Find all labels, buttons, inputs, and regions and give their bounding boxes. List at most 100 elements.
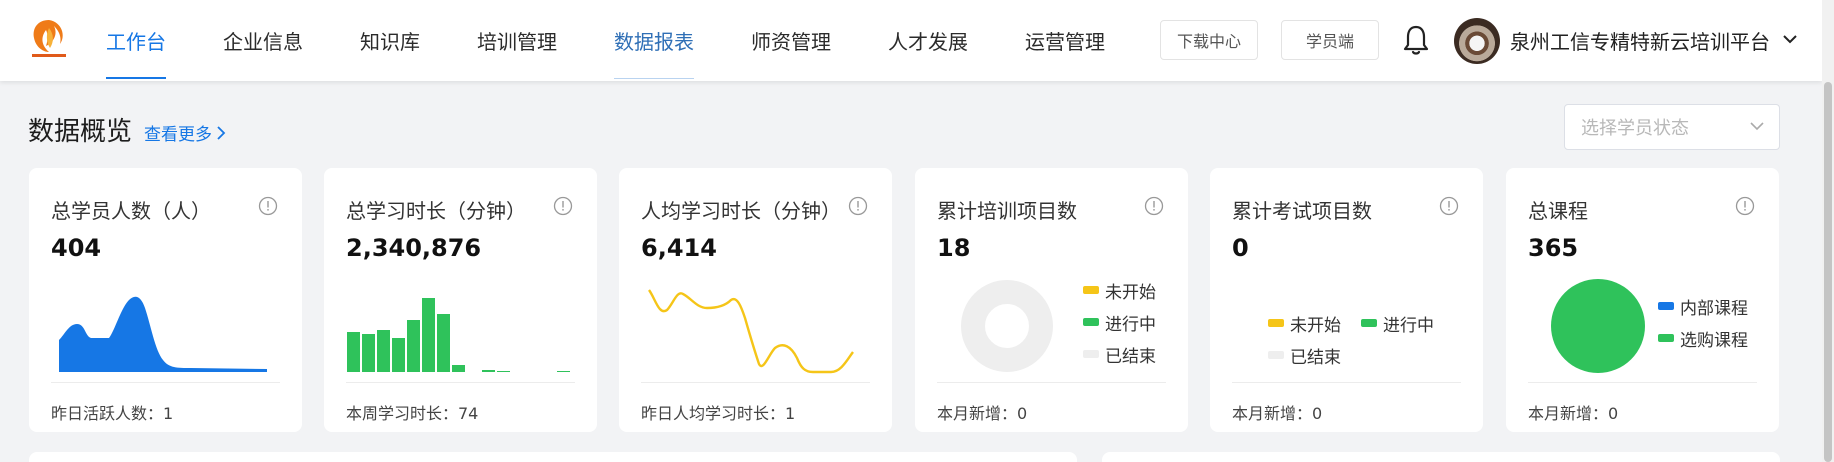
- nav-item-company-info[interactable]: 企业信息: [213, 0, 313, 81]
- card-value: 18: [937, 234, 971, 262]
- card-title: 总学员人数（人）: [51, 199, 211, 223]
- legend-item[interactable]: 未开始: [1268, 307, 1341, 339]
- legend-item[interactable]: 未开始: [1083, 274, 1156, 306]
- nav-item-operations[interactable]: 运营管理: [1015, 0, 1115, 81]
- avg-study-time-line-chart: [648, 289, 854, 374]
- info-circle-icon[interactable]: [553, 196, 573, 216]
- card-title: 总课程: [1528, 199, 1588, 223]
- pie-slice: [1551, 279, 1645, 373]
- card-divider: [51, 382, 280, 383]
- nav-item-training-management[interactable]: 培训管理: [467, 0, 567, 81]
- card-value: 0: [1232, 234, 1249, 262]
- top-navigation-bar: 工作台 企业信息 知识库 培训管理 数据报表 师资管理 人才发展 运营管理 下载…: [0, 0, 1822, 81]
- bar: [392, 338, 405, 372]
- nav-item-talent-development[interactable]: 人才发展: [878, 0, 978, 81]
- student-status-select[interactable]: 选择学员状态: [1564, 104, 1780, 150]
- legend-swatch: [1658, 302, 1674, 310]
- exam-legend: 未开始 进行中 已结束: [1268, 307, 1434, 371]
- card-footer: 本月新增：0: [937, 404, 1028, 423]
- info-circle-icon[interactable]: [258, 196, 278, 216]
- avg-study-time-card: 人均学习时长（分钟） 6,414 昨日人均学习时长：1: [619, 168, 892, 432]
- bar: [362, 334, 375, 372]
- bottom-right-panel: [1102, 452, 1780, 462]
- legend-item[interactable]: 内部课程: [1658, 290, 1748, 322]
- card-title: 总学习时长（分钟）: [346, 199, 526, 223]
- legend-swatch: [1361, 319, 1377, 327]
- legend-item[interactable]: 已结束: [1268, 339, 1434, 371]
- legend-swatch: [1083, 286, 1099, 294]
- study-time-bar-chart: [347, 298, 570, 372]
- legend-swatch: [1083, 318, 1099, 326]
- main-nav: 工作台 企业信息 知识库 培训管理 数据报表 师资管理 人才发展 运营管理: [96, 0, 1115, 81]
- card-divider: [1528, 382, 1757, 383]
- legend-item[interactable]: 进行中: [1083, 306, 1156, 338]
- training-donut-chart: [961, 280, 1053, 372]
- chevron-down-icon: [1750, 122, 1764, 131]
- legend-swatch: [1268, 319, 1284, 327]
- card-value: 365: [1528, 234, 1579, 262]
- courses-legend: 内部课程 选购课程: [1658, 290, 1748, 354]
- card-footer: 昨日人均学习时长：1: [641, 404, 796, 423]
- info-circle-icon[interactable]: [1144, 196, 1164, 216]
- avatar[interactable]: [1454, 18, 1500, 64]
- bar: [377, 330, 390, 372]
- nav-item-knowledge-base[interactable]: 知识库: [350, 0, 430, 81]
- card-divider: [1232, 382, 1461, 383]
- bar: [407, 320, 420, 372]
- nav-item-data-reports[interactable]: 数据报表: [604, 0, 704, 81]
- training-projects-card: 累计培训项目数 18 未开始 进行中 已结束 本月新增：0: [915, 168, 1188, 432]
- legend-swatch: [1083, 350, 1099, 358]
- training-legend: 未开始 进行中 已结束: [1083, 274, 1156, 370]
- legend-item[interactable]: 选购课程: [1658, 322, 1748, 354]
- card-value: 404: [51, 234, 102, 262]
- bell-icon[interactable]: [1402, 24, 1430, 56]
- legend-item[interactable]: 进行中: [1361, 307, 1434, 339]
- card-value: 2,340,876: [346, 234, 482, 262]
- bottom-left-panel: [29, 452, 1077, 462]
- legend-item[interactable]: 已结束: [1083, 338, 1156, 370]
- active-students-area-chart: [59, 296, 267, 372]
- card-divider: [641, 382, 870, 383]
- chevron-right-icon: [217, 125, 226, 140]
- org-name[interactable]: 泉州工信专精特新云培训平台: [1510, 26, 1770, 55]
- chevron-down-icon[interactable]: [1782, 33, 1798, 45]
- total-study-time-card: 总学习时长（分钟） 2,340,876 本周学习时长：74: [324, 168, 597, 432]
- legend-swatch: [1268, 351, 1284, 359]
- scrollbar-thumb[interactable]: [1824, 82, 1832, 462]
- card-footer: 本月新增：0: [1528, 404, 1619, 423]
- legend-swatch: [1658, 334, 1674, 342]
- page-title: 数据概览: [28, 117, 133, 147]
- card-value: 6,414: [641, 234, 717, 262]
- nav-item-workbench[interactable]: 工作台: [96, 0, 176, 81]
- card-footer: 本周学习时长：74: [346, 404, 479, 423]
- line-series: [648, 289, 854, 374]
- card-title: 累计考试项目数: [1232, 199, 1372, 223]
- bar: [422, 298, 435, 372]
- info-circle-icon[interactable]: [848, 196, 868, 216]
- bar: [557, 371, 570, 372]
- card-title: 人均学习时长（分钟）: [641, 199, 841, 223]
- card-divider: [937, 382, 1166, 383]
- bar: [497, 371, 510, 372]
- bar: [482, 370, 495, 372]
- platform-logo[interactable]: [28, 16, 70, 60]
- info-circle-icon[interactable]: [1735, 196, 1755, 216]
- total-courses-card: 总课程 365 内部课程 选购课程 本月新增：0: [1506, 168, 1779, 432]
- bar: [437, 314, 450, 372]
- download-center-button[interactable]: 下载中心: [1160, 20, 1258, 60]
- donut-ring: [961, 280, 1053, 372]
- card-title: 累计培训项目数: [937, 199, 1077, 223]
- card-footer: 昨日活跃人数：1: [51, 404, 174, 423]
- exam-projects-card: 累计考试项目数 0 未开始 进行中 已结束 本月新增：0: [1210, 168, 1483, 432]
- card-footer: 本月新增：0: [1232, 404, 1323, 423]
- card-divider: [346, 382, 575, 383]
- courses-pie-chart: [1551, 279, 1645, 373]
- nav-item-teacher-management[interactable]: 师资管理: [741, 0, 841, 81]
- bar: [347, 332, 360, 372]
- total-students-card: 总学员人数（人） 404 昨日活跃人数：1: [29, 168, 302, 432]
- info-circle-icon[interactable]: [1439, 196, 1459, 216]
- view-more-link[interactable]: 查看更多: [144, 120, 226, 145]
- student-portal-button[interactable]: 学员端: [1281, 20, 1379, 60]
- bar: [452, 365, 465, 372]
- area-series: [59, 296, 267, 372]
